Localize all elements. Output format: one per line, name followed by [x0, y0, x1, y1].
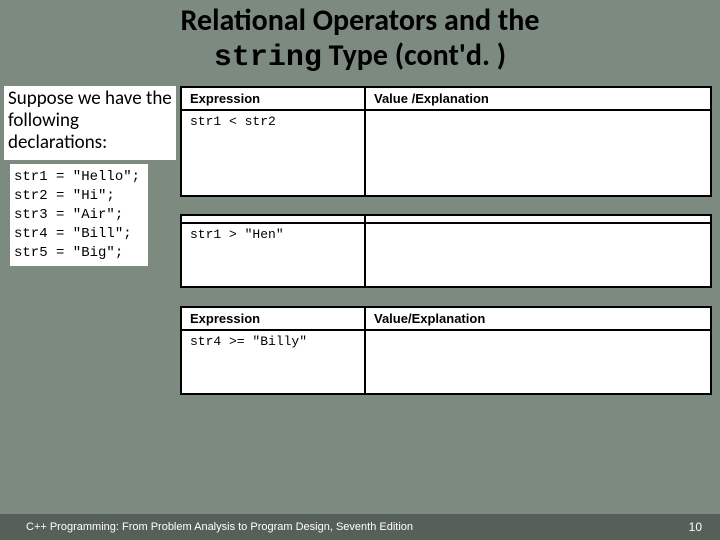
table-3: Expression Value/Explanation str4 >= "Bi…: [180, 306, 712, 395]
title-line-2: string Type (cont'd. ): [0, 39, 720, 76]
slide-title: Relational Operators and the string Type…: [0, 0, 720, 77]
table-header: [181, 215, 711, 223]
intro-text: Suppose we have the following declaratio…: [4, 86, 176, 160]
header-value: Value/Explanation: [365, 307, 711, 330]
table-row: str1 < str2: [181, 110, 711, 196]
table-2: str1 > "Hen": [180, 214, 712, 288]
cell-expression: str1 < str2: [181, 110, 365, 196]
table-header: Expression Value /Explanation: [181, 87, 711, 110]
title-code-word: string: [214, 41, 322, 75]
page-number: 10: [689, 520, 702, 534]
cell-expression: str1 > "Hen": [181, 223, 365, 287]
header-expression: [181, 215, 365, 223]
cell-value: [365, 223, 711, 287]
footer-text: C++ Programming: From Problem Analysis t…: [26, 521, 413, 533]
header-expression: Expression: [181, 307, 365, 330]
cell-value: [365, 330, 711, 394]
header-value: [365, 215, 711, 223]
title-line-1: Relational Operators and the: [0, 4, 720, 39]
header-value: Value /Explanation: [365, 87, 711, 110]
header-expression: Expression: [181, 87, 365, 110]
table-row: str1 > "Hen": [181, 223, 711, 287]
cell-expression: str4 >= "Billy": [181, 330, 365, 394]
title-rest: Type (cont'd. ): [322, 37, 506, 74]
cell-value: [365, 110, 711, 196]
table-row: str4 >= "Billy": [181, 330, 711, 394]
footer-bar: C++ Programming: From Problem Analysis t…: [0, 514, 720, 540]
table-1: Expression Value /Explanation str1 < str…: [180, 86, 712, 197]
table-header: Expression Value/Explanation: [181, 307, 711, 330]
declarations-code: str1 = "Hello"; str2 = "Hi"; str3 = "Air…: [10, 164, 148, 266]
